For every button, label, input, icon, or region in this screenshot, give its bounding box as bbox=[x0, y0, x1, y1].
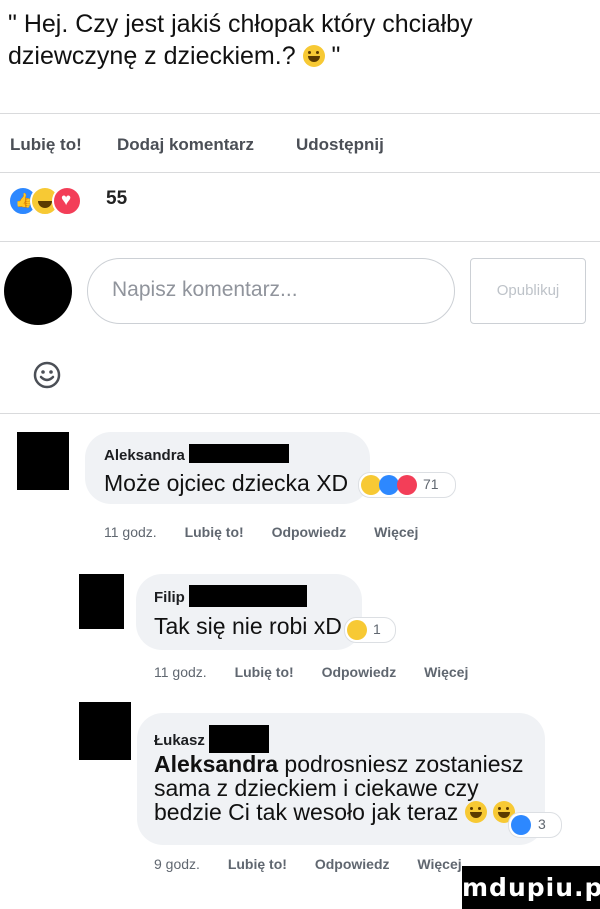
comment-reply-link[interactable]: Odpowiedz bbox=[315, 856, 390, 872]
comment-author[interactable]: Aleksandra bbox=[104, 444, 290, 464]
comment-reactions[interactable]: 1 bbox=[344, 617, 396, 643]
comment-text: Może ojciec dziecka XD bbox=[104, 470, 349, 496]
comment-author-name: Filip bbox=[154, 589, 185, 606]
comment-meta: 11 godz. Lubię to! Odpowiedz Więcej bbox=[104, 524, 418, 540]
share-action[interactable]: Udostępnij bbox=[296, 135, 384, 155]
comment-time[interactable]: 11 godz. bbox=[154, 664, 207, 680]
reactions-count[interactable]: 55 bbox=[106, 188, 127, 210]
haha-icon bbox=[361, 475, 381, 495]
commenter-avatar[interactable] bbox=[79, 702, 131, 760]
comment-reactions[interactable]: 3 bbox=[508, 812, 562, 838]
comment-mention[interactable]: Aleksandra bbox=[154, 751, 278, 777]
comment-reactions[interactable]: 71 bbox=[358, 472, 456, 498]
divider bbox=[0, 241, 600, 242]
grinning-face-emoji-icon bbox=[464, 801, 487, 823]
comment-text: Aleksandra podrosniesz zostaniesz sama z… bbox=[154, 752, 526, 824]
publish-button[interactable]: Opublikuj bbox=[470, 258, 586, 324]
comment-reaction-count: 1 bbox=[373, 621, 381, 637]
love-icon bbox=[52, 186, 82, 216]
post-text: " Hej. Czy jest jakiś chłopak który chci… bbox=[8, 8, 593, 72]
reactions-summary[interactable] bbox=[8, 186, 98, 216]
comment-reaction-count: 71 bbox=[423, 476, 439, 492]
commenter-avatar[interactable] bbox=[79, 574, 124, 629]
comment-meta: 11 godz. Lubię to! Odpowiedz Więcej bbox=[154, 664, 468, 680]
comment-text: Tak się nie robi xD bbox=[154, 613, 342, 639]
like-icon bbox=[511, 815, 531, 835]
comment-input[interactable] bbox=[110, 277, 434, 303]
comment-like-link[interactable]: Lubię to! bbox=[185, 524, 244, 540]
comment-action[interactable]: Dodaj komentarz bbox=[117, 135, 254, 155]
site-watermark: mdupiu.pl bbox=[462, 866, 600, 909]
like-icon bbox=[379, 475, 399, 495]
grinning-face-emoji-icon bbox=[302, 45, 325, 67]
comment-time[interactable]: 11 godz. bbox=[104, 524, 157, 540]
comment-input-box[interactable] bbox=[87, 258, 455, 324]
comment-more-link[interactable]: Więcej bbox=[374, 524, 418, 540]
post-text-end: " bbox=[324, 42, 341, 70]
comment-reaction-count: 3 bbox=[538, 816, 546, 832]
divider bbox=[0, 413, 600, 414]
haha-icon bbox=[347, 620, 367, 640]
divider bbox=[0, 172, 600, 173]
comment-author-name: Łukasz bbox=[154, 732, 205, 749]
comment-author[interactable]: Filip bbox=[154, 585, 307, 607]
redacted-surname bbox=[189, 585, 307, 607]
smiley-icon[interactable] bbox=[32, 360, 62, 390]
like-action[interactable]: Lubię to! bbox=[10, 135, 82, 155]
love-icon bbox=[397, 475, 417, 495]
comment-author[interactable]: Łukasz bbox=[154, 725, 270, 753]
commenter-avatar[interactable] bbox=[17, 432, 69, 490]
post-text-body: " Hej. Czy jest jakiś chłopak który chci… bbox=[8, 10, 473, 70]
comment-reply-link[interactable]: Odpowiedz bbox=[322, 664, 397, 680]
comment-reply-link[interactable]: Odpowiedz bbox=[272, 524, 347, 540]
comment-more-link[interactable]: Więcej bbox=[417, 856, 461, 872]
redacted-surname bbox=[189, 444, 290, 463]
comment-like-link[interactable]: Lubię to! bbox=[235, 664, 294, 680]
comment-more-link[interactable]: Więcej bbox=[424, 664, 468, 680]
comment-author-name: Aleksandra bbox=[104, 447, 185, 464]
user-avatar[interactable] bbox=[4, 257, 72, 325]
divider bbox=[0, 113, 600, 114]
comment-meta: 9 godz. Lubię to! Odpowiedz Więcej bbox=[154, 856, 462, 872]
comment-time[interactable]: 9 godz. bbox=[154, 856, 200, 872]
redacted-surname bbox=[209, 725, 270, 753]
comment-like-link[interactable]: Lubię to! bbox=[228, 856, 287, 872]
